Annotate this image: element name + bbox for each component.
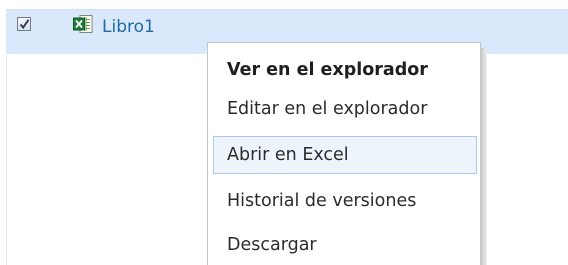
menu-shadow (481, 48, 487, 265)
document-library: Libro1 Ver en el explorador Editar en el… (0, 0, 568, 265)
file-name-link[interactable]: Libro1 (102, 17, 155, 37)
menu-item-view-in-browser[interactable]: Ver en el explorador (213, 51, 477, 89)
list-left-border (6, 53, 7, 265)
menu-item-download[interactable]: Descargar (213, 226, 477, 264)
row-checkbox[interactable] (17, 17, 31, 31)
excel-file-icon (72, 13, 94, 35)
menu-item-edit-in-browser[interactable]: Editar en el explorador (213, 90, 477, 128)
checkmark-icon (19, 19, 30, 30)
menu-item-open-in-excel[interactable]: Abrir en Excel (213, 136, 477, 174)
context-menu: Ver en el explorador Editar en el explor… (207, 42, 481, 265)
menu-item-version-history[interactable]: Historial de versiones (213, 182, 477, 220)
